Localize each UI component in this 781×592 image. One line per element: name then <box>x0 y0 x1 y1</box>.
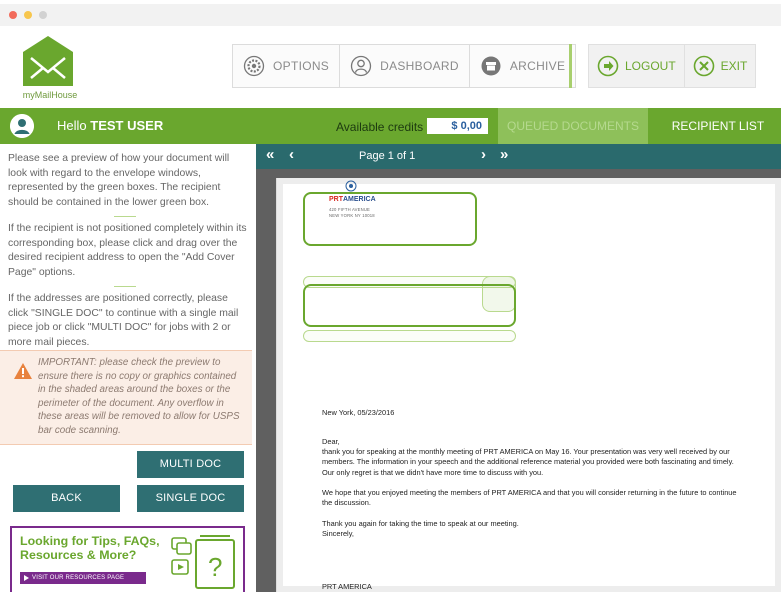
important-notice: IMPORTANT: please check the preview to e… <box>0 350 252 445</box>
logout-button[interactable]: LOGOUT <box>588 44 685 88</box>
logo-seal-icon <box>345 180 357 192</box>
nav-options-label: OPTIONS <box>273 59 330 73</box>
nav-options-button[interactable]: OPTIONS <box>232 44 341 88</box>
resources-link-button[interactable]: VISIT OUR RESOURCES PAGE <box>20 572 146 584</box>
first-page-button[interactable]: « <box>266 146 274 163</box>
important-text: IMPORTANT: please check the preview to e… <box>38 357 240 436</box>
app-header: myMailHouse OPTIONS DASHBOARD ARCHIVE LO… <box>0 30 781 106</box>
session-actions: LOGOUT EXIT <box>588 44 781 88</box>
header-divider <box>569 44 572 88</box>
document-page[interactable]: PRTAMERICA 420 FIFTH AVENUE NEW YORK NY … <box>276 178 781 592</box>
instruction-paragraph-2: If the recipient is not positioned compl… <box>8 223 247 278</box>
maximize-window-dot[interactable] <box>39 11 47 19</box>
resources-promo[interactable]: Looking for Tips, FAQs, Resources & More… <box>10 526 245 592</box>
sender-address-line: NEW YORK NY 10018 <box>329 213 375 218</box>
titlebar-background <box>0 4 781 26</box>
close-window-dot[interactable] <box>9 11 17 19</box>
instructions-panel: Please see a preview of how your documen… <box>0 144 252 592</box>
back-button[interactable]: BACK <box>13 485 120 512</box>
greeting: Hello TEST USER <box>57 118 163 133</box>
nav-dashboard-button[interactable]: DASHBOARD <box>340 44 470 88</box>
instruction-paragraph-1: Please see a preview of how your documen… <box>8 153 230 208</box>
warning-icon <box>14 363 32 379</box>
nav-dashboard-label: DASHBOARD <box>380 59 459 73</box>
avatar-icon <box>10 114 34 138</box>
letter-body-paragraph: thank you for speaking at the monthly me… <box>322 447 734 477</box>
instruction-divider <box>114 216 136 217</box>
greeting-label: Hello <box>57 118 87 133</box>
main-nav: OPTIONS DASHBOARD ARCHIVE <box>232 44 577 88</box>
svg-text:?: ? <box>208 552 222 582</box>
letter-signature: PRT AMERICA <box>322 582 372 591</box>
help-resources-icon: ? <box>171 535 235 589</box>
letter-body-paragraph: Thank you again for taking the time to s… <box>322 519 519 528</box>
letter-salutation: Dear, <box>322 437 340 446</box>
instruction-divider <box>114 286 136 287</box>
letter-body-paragraph: We hope that you enjoyed meeting the mem… <box>322 488 737 508</box>
user-icon <box>350 55 372 77</box>
recipient-list-tab[interactable]: RECIPIENT LIST <box>655 108 781 144</box>
minimize-window-dot[interactable] <box>24 11 32 19</box>
multi-doc-button[interactable]: MULTI DOC <box>137 451 244 478</box>
prev-page-button[interactable]: ‹ <box>289 146 294 163</box>
logout-label: LOGOUT <box>625 59 676 73</box>
user-bar: Hello TEST USER Available credits $ 0,00… <box>0 108 781 144</box>
credits-value: $ 0,00 <box>427 118 488 134</box>
single-doc-button[interactable]: SINGLE DOC <box>137 485 244 512</box>
nav-archive-label: ARCHIVE <box>509 59 566 73</box>
logout-arrow-icon <box>597 55 619 77</box>
promo-title: Looking for Tips, FAQs, Resources & More… <box>20 534 160 562</box>
sender-address-line: 420 FIFTH AVENUE <box>329 207 371 212</box>
brand-prefix: PRT <box>329 196 343 203</box>
page-navigator-bar <box>526 144 781 169</box>
gear-icon <box>243 55 265 77</box>
sender-brand: PRTAMERICA <box>329 196 376 203</box>
page-navigator: « ‹ Page 1 of 1 › » <box>256 144 526 169</box>
next-page-button[interactable]: › <box>481 146 486 163</box>
close-circle-icon <box>693 55 714 77</box>
window-titlebar <box>0 0 781 30</box>
page-indicator: Page 1 of 1 <box>359 150 416 162</box>
shaded-zone <box>303 330 516 342</box>
logo-text: myMailHouse <box>22 90 78 100</box>
archive-box-icon <box>481 56 501 76</box>
exit-button[interactable]: EXIT <box>684 44 757 88</box>
user-name: TEST USER <box>90 118 164 133</box>
letter-date: New York, 05/23/2016 <box>322 408 395 417</box>
instruction-paragraph-3: If the addresses are positioned correctl… <box>8 293 239 348</box>
credits-label: Available credits <box>336 120 424 134</box>
brand-suffix: AMERICA <box>343 196 376 203</box>
letter-closing: Sincerely, <box>322 529 354 538</box>
nav-archive-button[interactable]: ARCHIVE <box>469 44 577 88</box>
document-preview: « ‹ Page 1 of 1 › » PRTAMERICA 420 FIFTH… <box>256 144 781 592</box>
recipient-address-window[interactable] <box>303 284 516 327</box>
last-page-button[interactable]: » <box>500 146 508 163</box>
queued-documents-tab[interactable]: QUEUED DOCUMENTS <box>498 108 648 144</box>
envelope-logo-icon <box>23 36 73 86</box>
exit-label: EXIT <box>720 59 748 73</box>
app-logo[interactable]: myMailHouse <box>10 34 90 102</box>
